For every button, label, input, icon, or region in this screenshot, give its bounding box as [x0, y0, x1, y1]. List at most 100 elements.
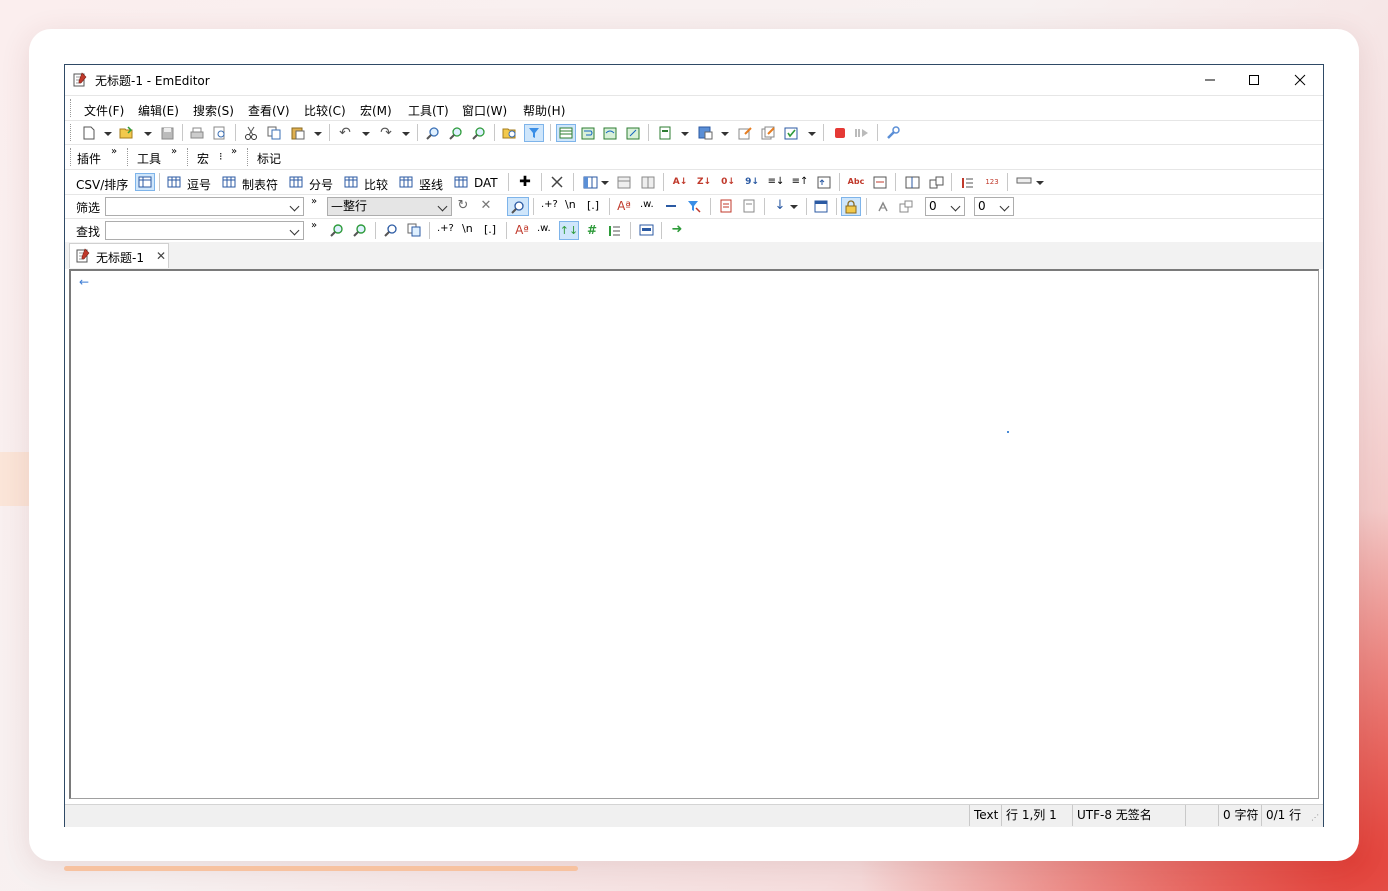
config-icon[interactable]	[657, 125, 673, 141]
refresh-icon[interactable]: ↻	[455, 198, 471, 214]
comma-mode-icon[interactable]	[166, 174, 182, 190]
advanced-filter-icon[interactable]	[686, 198, 702, 214]
normal-mode-icon[interactable]	[135, 173, 155, 191]
filter-bracket-button[interactable]: [.]	[587, 199, 599, 212]
line-numbers-icon[interactable]	[960, 174, 976, 190]
checklist-dropdown[interactable]	[808, 132, 816, 136]
compare-csv-button[interactable]: 比较	[364, 176, 388, 193]
menu-window[interactable]: 窗口(W)	[462, 102, 507, 119]
find-in-files-icon[interactable]	[502, 125, 518, 141]
print-preview-icon[interactable]	[212, 125, 228, 141]
tab-separated-button[interactable]: 制表符	[242, 176, 278, 193]
find-regex-button[interactable]: .+?	[437, 223, 454, 234]
find-bracket-button[interactable]: [.]	[484, 223, 496, 236]
extract-icon[interactable]	[741, 198, 757, 214]
menu-file[interactable]: 文件(F)	[84, 102, 124, 119]
match-case-icon[interactable]: Aª	[616, 198, 632, 214]
split-window-icon[interactable]	[904, 174, 920, 190]
status-mode[interactable]: Text	[969, 805, 1001, 826]
text-editor[interactable]: ←	[69, 269, 1319, 799]
wrap-page-icon[interactable]	[625, 125, 641, 141]
find-list-icon[interactable]	[607, 222, 623, 238]
open-folder-icon[interactable]	[119, 125, 135, 141]
find-prev-icon[interactable]	[471, 125, 487, 141]
word-wrap-icon[interactable]	[580, 125, 596, 141]
cut-icon[interactable]	[243, 125, 259, 141]
columns-dropdown[interactable]	[601, 181, 609, 185]
semicolon-mode-icon[interactable]	[288, 174, 304, 190]
paste-icon[interactable]	[290, 125, 306, 141]
semicolon-button[interactable]: 分号	[309, 176, 333, 193]
find-newline-button[interactable]: \n	[462, 222, 473, 235]
toolbar-options-dropdown[interactable]	[1036, 181, 1044, 185]
vertical-bar-button[interactable]: 竖线	[419, 176, 443, 193]
find-wrap-icon[interactable]: ↑↓	[559, 221, 579, 240]
compare-mode-icon[interactable]	[343, 174, 359, 190]
find-next-icon[interactable]	[448, 125, 464, 141]
new-file-icon[interactable]	[81, 125, 97, 141]
paste-dropdown[interactable]	[314, 132, 322, 136]
customize-icon[interactable]	[697, 125, 713, 141]
macro-toolbar-label[interactable]: 宏	[197, 150, 209, 167]
sort-z-a-icon[interactable]: Z↓	[696, 174, 712, 190]
csv-view-icon[interactable]	[556, 124, 576, 142]
tools-wrench-icon[interactable]	[885, 125, 901, 141]
find-go-icon[interactable]: ➜	[669, 222, 685, 238]
sort-0-9-icon[interactable]: 0↓	[720, 174, 736, 190]
sync-scroll-icon[interactable]	[928, 174, 944, 190]
toolbar-options-icon[interactable]	[1016, 173, 1032, 189]
filter-history-icon[interactable]	[875, 198, 891, 214]
filter-settings-icon[interactable]	[898, 198, 914, 214]
bar-mode-icon[interactable]	[398, 174, 414, 190]
copy-icon[interactable]	[266, 125, 282, 141]
bookmark-filter-icon[interactable]	[718, 198, 734, 214]
clear-filter-icon[interactable]: ✕	[478, 198, 494, 214]
macro-chevron-icon[interactable]: »	[231, 146, 237, 157]
filter-search-icon[interactable]	[507, 197, 529, 216]
sort-9-0-icon[interactable]: 9↓	[744, 174, 760, 190]
wrap-window-icon[interactable]	[602, 125, 618, 141]
close-window-button[interactable]	[1277, 65, 1323, 95]
find-icon[interactable]	[425, 125, 441, 141]
filter-toggle-icon[interactable]	[524, 124, 544, 142]
print-icon[interactable]	[189, 125, 205, 141]
find-escape-icon[interactable]: #	[584, 222, 600, 238]
filter-more-icon[interactable]: »	[311, 196, 317, 207]
columns-icon[interactable]	[582, 174, 598, 190]
redo-icon[interactable]: ↷	[378, 125, 394, 141]
redo-dropdown[interactable]	[402, 132, 410, 136]
tools-toolbar-label[interactable]: 工具	[137, 150, 161, 167]
menu-help[interactable]: 帮助(H)	[523, 102, 565, 119]
context-after-select[interactable]: 0	[974, 197, 1014, 216]
menu-edit[interactable]: 编辑(E)	[138, 102, 179, 119]
status-position[interactable]: 行 1,列 1	[1001, 805, 1072, 826]
menu-view[interactable]: 查看(V)	[248, 102, 290, 119]
status-encoding[interactable]: UTF-8 无签名	[1072, 805, 1185, 826]
tab-mode-icon[interactable]	[221, 174, 237, 190]
context-before-select[interactable]: 0	[925, 197, 965, 216]
filter-direction-icon[interactable]: ↓	[772, 198, 788, 214]
find-prev-green-icon[interactable]	[329, 222, 345, 238]
save-icon[interactable]	[159, 125, 175, 141]
spell-options-icon[interactable]	[872, 174, 888, 190]
record-macro-icon[interactable]	[832, 125, 848, 141]
ruler-icon[interactable]: 123	[984, 174, 1000, 190]
sort-options-icon[interactable]	[816, 174, 832, 190]
filter-combobox[interactable]	[105, 197, 304, 216]
add-csv-icon[interactable]: ✚	[517, 174, 533, 190]
comma-button[interactable]: 逗号	[187, 176, 211, 193]
filter-direction-dropdown[interactable]	[790, 205, 798, 209]
find-combobox[interactable]	[105, 221, 304, 240]
sort-length-asc-icon[interactable]: ≡↓	[768, 174, 785, 190]
plugins-toolbar-label[interactable]: 插件	[77, 150, 101, 167]
new-dropdown[interactable]	[104, 132, 112, 136]
split-columns-icon[interactable]	[640, 174, 656, 190]
undo-icon[interactable]: ↶	[337, 125, 353, 141]
sort-a-z-icon[interactable]: A↓	[672, 174, 688, 190]
dat-mode-icon[interactable]	[453, 174, 469, 190]
find-dialog-icon[interactable]	[383, 222, 399, 238]
join-columns-icon[interactable]	[616, 174, 632, 190]
find-output-icon[interactable]	[638, 222, 654, 238]
menu-search[interactable]: 搜索(S)	[193, 102, 234, 119]
find-all-icon[interactable]	[406, 222, 422, 238]
